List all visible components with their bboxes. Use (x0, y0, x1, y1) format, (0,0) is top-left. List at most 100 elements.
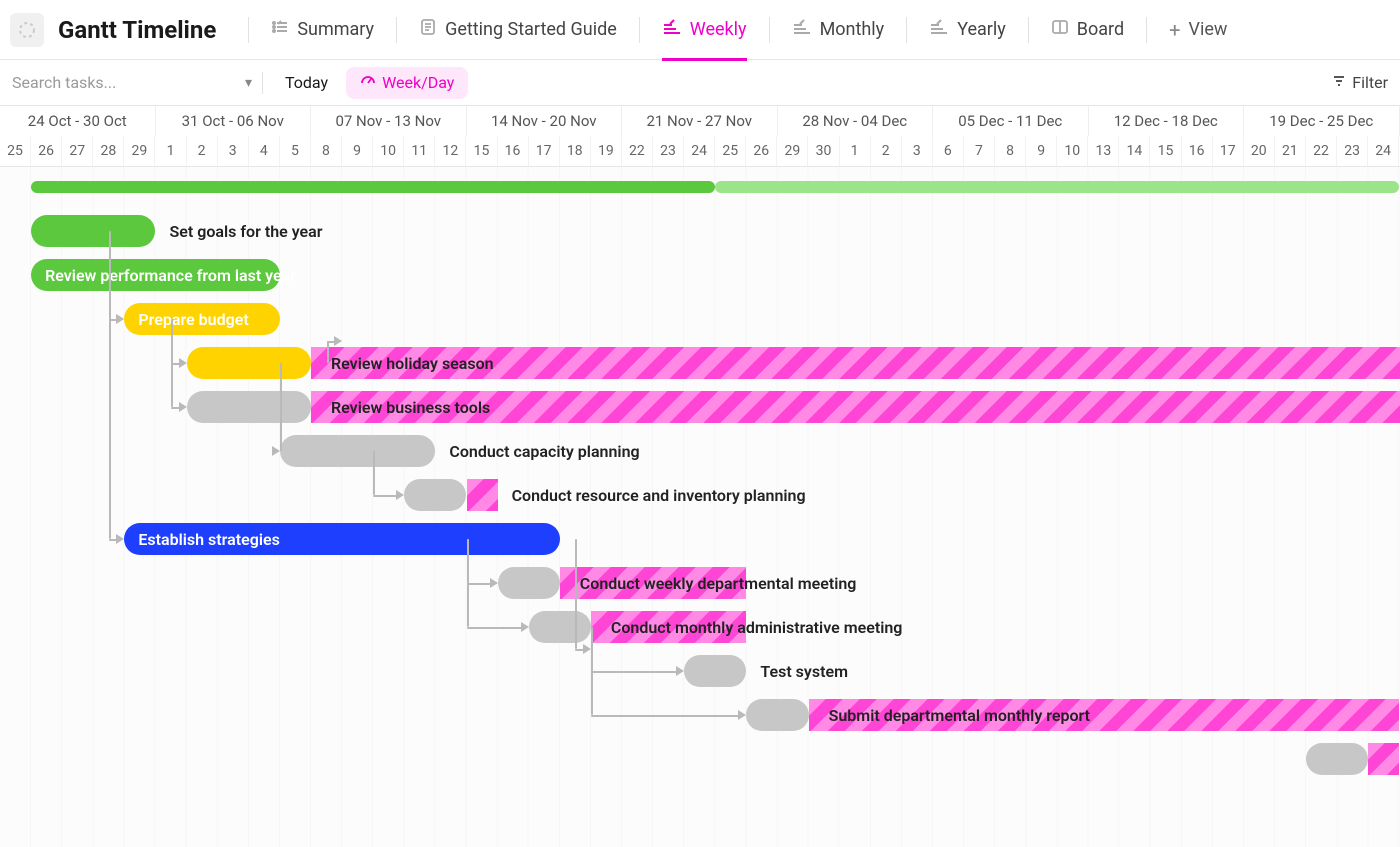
task-bar[interactable] (404, 479, 466, 511)
task-label: Set goals for the year (170, 215, 323, 247)
week-header-cell: 24 Oct - 30 Oct (0, 106, 156, 136)
task-label: Conduct resource and inventory planning (512, 479, 806, 511)
task-bar[interactable]: Review performance from last year (31, 259, 280, 291)
app-title: Gantt Timeline (58, 16, 216, 44)
day-header-cell: 22 (1306, 136, 1337, 166)
gantt-icon (929, 18, 949, 41)
filter-icon (1332, 73, 1346, 92)
task-label: Conduct weekly departmental meeting (580, 567, 857, 599)
tab-weekly[interactable]: Weekly (652, 0, 757, 60)
document-icon (419, 18, 437, 41)
tab-summary[interactable]: Summary (261, 0, 384, 60)
week-header-cell: 07 Nov - 13 Nov (311, 106, 467, 136)
week-header-cell: 31 Oct - 06 Nov (156, 106, 312, 136)
gantt-canvas[interactable]: Set goals for the year Review performance… (0, 167, 1400, 847)
day-header-cell: 27 (62, 136, 93, 166)
tab-divider (769, 17, 770, 43)
top-tab-bar: Gantt Timeline Summary Getting Started G… (0, 0, 1400, 60)
day-header-cell: 8 (995, 136, 1026, 166)
plus-icon: + (1169, 18, 1180, 42)
gantt-icon (792, 18, 812, 41)
week-header-cell: 19 Dec - 25 Dec (1244, 106, 1400, 136)
tab-yearly[interactable]: Yearly (919, 0, 1016, 60)
day-header-cell: 5 (280, 136, 311, 166)
task-bar[interactable] (684, 655, 746, 687)
tab-label: Weekly (690, 19, 747, 40)
day-header-cell: 11 (404, 136, 435, 166)
toolbar: Search tasks... ▾ Today Week/Day Filter (0, 60, 1400, 106)
week-header-cell: 12 Dec - 18 Dec (1089, 106, 1245, 136)
tab-getting-started[interactable]: Getting Started Guide (409, 0, 627, 60)
day-header-cell: 2 (187, 136, 218, 166)
search-input[interactable]: Search tasks... ▾ (12, 73, 252, 92)
day-header-cell: 12 (435, 136, 466, 166)
task-bar-hatched[interactable] (467, 479, 498, 511)
tab-label: Summary (297, 19, 374, 40)
task-bar[interactable] (31, 215, 155, 247)
week-header-cell: 05 Dec - 11 Dec (933, 106, 1089, 136)
tab-monthly[interactable]: Monthly (782, 0, 895, 60)
task-bar[interactable] (746, 699, 808, 731)
task-label: Review business tools (331, 391, 490, 423)
task-bar[interactable]: Establish strategies (124, 523, 559, 555)
day-header-cell: 22 (622, 136, 653, 166)
day-header-cell: 25 (715, 136, 746, 166)
summary-progress-bar[interactable] (31, 181, 715, 193)
day-header-cell: 16 (1182, 136, 1213, 166)
task-bar[interactable] (280, 435, 436, 467)
day-header-cell: 15 (466, 136, 497, 166)
day-header-cell: 10 (1057, 136, 1088, 166)
tab-label: Monthly (820, 19, 885, 40)
search-placeholder: Search tasks... (12, 73, 116, 92)
task-bar[interactable]: Prepare budget (124, 303, 280, 335)
app-logo-icon (10, 13, 44, 47)
day-header-cell: 16 (498, 136, 529, 166)
task-bar[interactable] (187, 391, 311, 423)
period-toggle-button[interactable]: Week/Day (346, 67, 468, 99)
add-view-button[interactable]: + View (1159, 18, 1237, 42)
summary-remaining-bar[interactable] (715, 181, 1399, 193)
day-header-cell: 24 (684, 136, 715, 166)
tab-divider (396, 17, 397, 43)
day-header-cell: 29 (124, 136, 155, 166)
day-header-cell: 2 (871, 136, 902, 166)
task-bar[interactable] (529, 611, 591, 643)
week-row: 24 Oct - 30 Oct31 Oct - 06 Nov07 Nov - 1… (0, 106, 1400, 136)
day-header-cell: 18 (560, 136, 591, 166)
task-bar[interactable] (498, 567, 560, 599)
tab-divider (639, 17, 640, 43)
list-icon (271, 18, 289, 41)
gauge-icon (360, 73, 376, 93)
day-header-cell: 7 (964, 136, 995, 166)
day-header-cell: 6 (933, 136, 964, 166)
day-header-cell: 4 (249, 136, 280, 166)
day-header-cell: 21 (1275, 136, 1306, 166)
day-header-cell: 26 (31, 136, 62, 166)
day-header-cell: 1 (155, 136, 186, 166)
filter-label: Filter (1352, 73, 1388, 92)
day-header-cell: 29 (777, 136, 808, 166)
filter-button[interactable]: Filter (1332, 73, 1388, 92)
tab-board[interactable]: Board (1041, 0, 1134, 60)
calendar-header: 24 Oct - 30 Oct31 Oct - 06 Nov07 Nov - 1… (0, 106, 1400, 167)
task-bar[interactable] (1306, 743, 1368, 775)
tab-divider (906, 17, 907, 43)
task-bar-hatched[interactable] (1368, 743, 1399, 775)
day-header-cell: 24 (1368, 136, 1399, 166)
week-header-cell: 28 Nov - 04 Dec (778, 106, 934, 136)
day-header-cell: 19 (591, 136, 622, 166)
day-header-cell: 17 (529, 136, 560, 166)
day-header-cell: 3 (902, 136, 933, 166)
day-header-cell: 3 (218, 136, 249, 166)
tab-label: Getting Started Guide (445, 19, 617, 40)
task-label: Conduct monthly administrative meeting (611, 611, 903, 643)
day-header-cell: 10 (373, 136, 404, 166)
week-header-cell: 14 Nov - 20 Nov (467, 106, 623, 136)
today-button[interactable]: Today (277, 69, 336, 96)
task-label: Conduct capacity planning (449, 435, 639, 467)
day-header-cell: 13 (1088, 136, 1119, 166)
task-bar[interactable] (187, 347, 311, 379)
period-toggle-label: Week/Day (382, 73, 454, 92)
task-label: Test system (760, 655, 848, 687)
gantt-icon (662, 18, 682, 41)
